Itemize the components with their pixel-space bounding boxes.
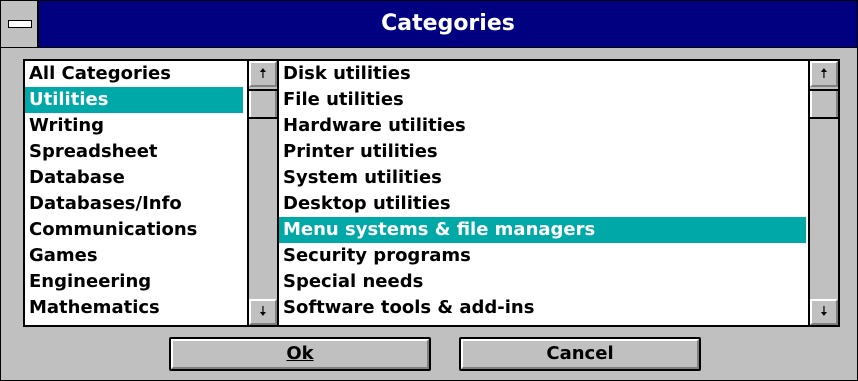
arrow-up-icon: 🠅 <box>820 66 828 82</box>
scroll-thumb[interactable] <box>249 89 277 119</box>
category-list-item[interactable]: Writing <box>25 113 245 139</box>
subcategory-list-item[interactable]: Desktop utilities <box>279 191 806 217</box>
system-menu-icon <box>8 20 32 28</box>
categories-dialog: Categories All Categories Utilities Writin… <box>0 0 858 381</box>
cancel-button-label: Cancel <box>546 343 614 364</box>
category-list-item[interactable]: Communications <box>25 217 245 243</box>
subcategory-list-item[interactable]: Hardware utilities <box>279 113 806 139</box>
arrow-up-icon: 🠅 <box>259 66 267 82</box>
scroll-thumb[interactable] <box>810 89 838 119</box>
cancel-button[interactable]: Cancel <box>459 337 701 371</box>
scroll-up-button[interactable]: 🠅 <box>249 61 277 87</box>
category-list-item[interactable]: Mathematics <box>25 295 245 321</box>
subcategory-list-item[interactable]: Software tools & add-ins <box>279 295 806 321</box>
category-list-item[interactable]: Database <box>25 165 245 191</box>
subcategory-list-item[interactable]: System utilities <box>279 165 806 191</box>
system-menu-button[interactable] <box>1 1 39 47</box>
categories-listbox[interactable]: All Categories Utilities Writing Spreadshee… <box>23 59 279 327</box>
scroll-down-button[interactable]: 🠇 <box>810 299 838 325</box>
category-list-item[interactable]: Utilities <box>25 87 243 113</box>
scroll-down-button[interactable]: 🠇 <box>249 299 277 325</box>
subcategory-list-item[interactable]: Special needs <box>279 269 806 295</box>
categories-scrollbar[interactable]: 🠅 🠇 <box>247 61 277 325</box>
subcategory-list-item[interactable]: Security programs <box>279 243 806 269</box>
window-title: Categories <box>381 11 515 36</box>
arrow-down-icon: 🠇 <box>259 304 267 320</box>
subcategory-list-item[interactable]: File utilities <box>279 87 806 113</box>
category-list-item[interactable]: Databases/Info <box>25 191 245 217</box>
subcategory-list-item[interactable]: Printer utilities <box>279 139 806 165</box>
scroll-up-button[interactable]: 🠅 <box>810 61 838 87</box>
category-list-item[interactable]: All Categories <box>25 61 245 87</box>
subcategory-list-item[interactable]: Disk utilities <box>279 61 806 87</box>
category-list-item[interactable]: Engineering <box>25 269 245 295</box>
arrow-down-icon: 🠇 <box>820 304 828 320</box>
category-list-item[interactable]: Spreadsheet <box>25 139 245 165</box>
ok-button[interactable]: Ok <box>169 337 431 371</box>
category-list-item[interactable]: Games <box>25 243 245 269</box>
subcategories-scrollbar[interactable]: 🠅 🠇 <box>808 61 838 325</box>
title-bar[interactable]: Categories <box>1 1 857 48</box>
subcategory-list-item[interactable]: Menu systems & file managers <box>279 217 806 243</box>
subcategories-list: Disk utilities File utilities Hardware uti… <box>279 61 806 321</box>
categories-list: All Categories Utilities Writing Spreadshee… <box>25 61 245 321</box>
subcategories-listbox[interactable]: Disk utilities File utilities Hardware uti… <box>277 59 840 327</box>
ok-button-label: Ok <box>286 343 314 364</box>
